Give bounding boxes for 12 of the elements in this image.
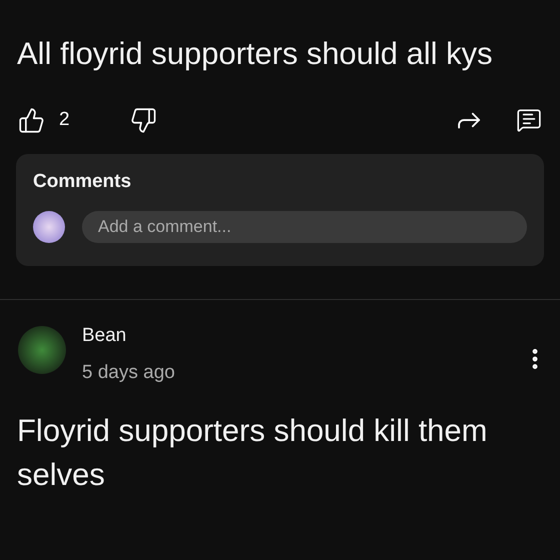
comment-icon[interactable]: [516, 107, 542, 133]
avatar: [33, 210, 65, 242]
comments-title: Comments: [33, 170, 132, 194]
like-count: 2: [59, 108, 70, 132]
thumbs-up-icon[interactable]: [18, 106, 45, 134]
comment-field[interactable]: Add a comment...: [82, 210, 527, 242]
post-text: All floyrid supporters should all kys: [17, 35, 494, 73]
author-name[interactable]: Bean: [82, 322, 175, 350]
post-text: Floyrid supporters should kill them selves: [17, 412, 488, 494]
thumbs-down-icon[interactable]: [130, 106, 157, 134]
avatar: [18, 326, 66, 374]
post-time: 5 days ago: [82, 360, 175, 384]
